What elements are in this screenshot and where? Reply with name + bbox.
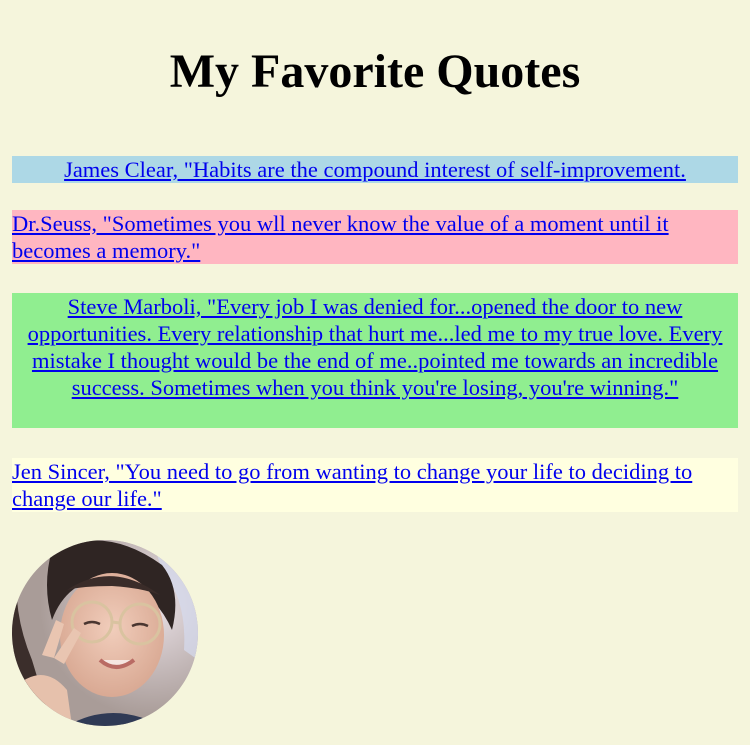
- quote-link-steve-marboli[interactable]: Steve Marboli, "Every job I was denied f…: [12, 293, 738, 428]
- quote-link-dr-seuss[interactable]: Dr.Seuss, "Sometimes you wll never know …: [12, 210, 738, 264]
- avatar-photo: [12, 540, 198, 726]
- quote-link-jen-sincer[interactable]: Jen Sincer, "You need to go from wanting…: [12, 458, 738, 512]
- avatar: [12, 540, 198, 726]
- quote-link-james-clear[interactable]: James Clear, "Habits are the compound in…: [12, 156, 738, 183]
- page-title: My Favorite Quotes: [169, 45, 581, 98]
